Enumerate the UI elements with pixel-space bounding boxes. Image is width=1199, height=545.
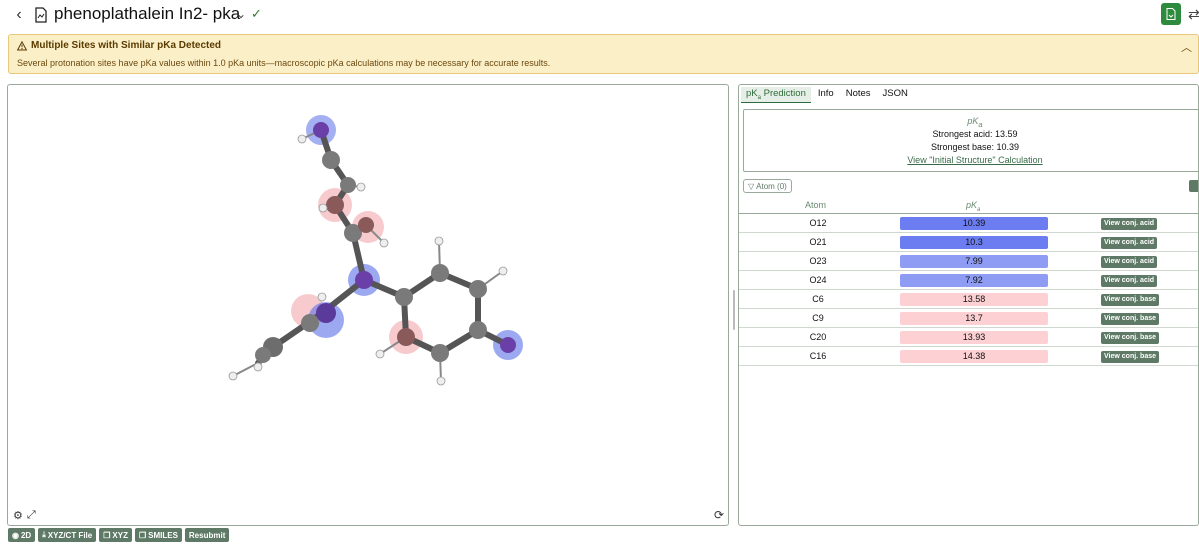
col-atom-header[interactable]: Atom (805, 200, 826, 210)
pka-value-cell: 10.3 (900, 236, 1048, 249)
chevron-left-icon: ‹ (16, 6, 22, 23)
refresh-icon[interactable]: ⟳ (714, 508, 724, 522)
table-row[interactable]: O21 10.3 View conj. acid (739, 233, 1198, 252)
copy-icon: ❐ (103, 530, 111, 540)
bottom-toolbar: ◉ 2D ⤓ XYZ/CT File ❐ XYZ ❐ SMILES Resubmit (8, 528, 230, 542)
tab-pka-prediction[interactable]: pKa Prediction (741, 87, 811, 103)
filter-icon: ▽ (748, 181, 755, 191)
header-bar: ‹ phenoplathalein In2- pka ⌄ ✓ ⇄ (0, 0, 1199, 30)
col-pka-header[interactable]: pKa (966, 200, 980, 213)
download-icon[interactable] (1189, 180, 1198, 192)
share-icon[interactable]: ⇄ (1188, 6, 1199, 23)
tab-pka-label: pK (746, 88, 758, 99)
table-row[interactable]: O23 7.99 View conj. acid (739, 252, 1198, 271)
view-conjugate-button[interactable]: View conj. acid (1101, 275, 1158, 287)
table-body: O12 10.39 View conj. acid O21 10.3 View conj.… (739, 214, 1198, 366)
check-icon: ✓ (251, 6, 262, 21)
pka-value-cell: 10.39 (900, 217, 1048, 230)
export-document-button[interactable] (1161, 3, 1181, 25)
view-conjugate-button[interactable]: View conj. base (1101, 313, 1160, 325)
pka-summary-card: pKa Strongest acid: 13.59 Strongest base… (743, 109, 1198, 172)
warning-banner: Multiple Sites with Similar pKa Detected… (8, 34, 1199, 74)
copy-xyz-button[interactable]: ❐ XYZ (99, 528, 132, 542)
atom-cell: O23 (809, 256, 827, 266)
pka-value-cell: 7.92 (900, 274, 1048, 287)
tab-bar: pKa Prediction Info Notes JSON (741, 87, 913, 103)
warning-message: Several protonation sites have pKa value… (17, 58, 551, 68)
table-header: Atom pKa (739, 196, 1198, 214)
view-conjugate-button[interactable]: View conj. base (1101, 351, 1160, 363)
pka-value-cell: 13.7 (900, 312, 1048, 325)
pka-value-cell: 7.99 (900, 255, 1048, 268)
tab-notes[interactable]: Notes (841, 87, 876, 103)
view-conjugate-button[interactable]: View conj. acid (1101, 218, 1158, 230)
copy-icon: ❐ (138, 530, 147, 540)
warning-title-row: Multiple Sites with Similar pKa Detected (17, 40, 221, 51)
results-panel: pKa Prediction Info Notes JSON pKa Stron… (738, 84, 1199, 526)
strongest-base: Strongest base: 10.39 (930, 142, 1020, 152)
collapse-icon[interactable]: ︿ (1181, 39, 1192, 55)
view-conjugate-button[interactable]: View conj. base (1101, 332, 1160, 344)
molecule-viewer[interactable]: ⚙ ⤢ ⟳ (7, 84, 729, 526)
atom-cell: O21 (809, 237, 827, 247)
pka-value-cell: 13.93 (900, 331, 1048, 344)
col-pka-text: pK (966, 200, 978, 210)
panel-resize-handle[interactable] (733, 290, 735, 330)
tab-info[interactable]: Info (813, 87, 839, 103)
molecule-3d-render[interactable] (8, 85, 730, 527)
view-conjugate-button[interactable]: View conj. base (1101, 294, 1160, 306)
expand-icon[interactable]: ⤢ (27, 509, 36, 522)
document-icon (1166, 8, 1176, 20)
atom-cell: O24 (809, 275, 827, 285)
pka-value-cell: 14.38 (900, 350, 1048, 363)
atom-cell: O12 (809, 218, 827, 228)
table-row[interactable]: O12 10.39 View conj. acid (739, 214, 1198, 233)
copy-smiles-button[interactable]: ❐ SMILES (134, 528, 182, 542)
tab-json[interactable]: JSON (878, 87, 913, 103)
warning-title: Multiple Sites with Similar pKa Detected (31, 40, 222, 51)
gear-icon[interactable]: ⚙ (13, 509, 23, 522)
table-row[interactable]: C20 13.93 View conj. base (739, 328, 1198, 347)
back-button[interactable]: ‹ (10, 6, 28, 24)
copy-smiles-label: SMILES (148, 530, 178, 540)
atom-filter-button[interactable]: ▽ Atom (0) (743, 179, 792, 193)
atom-filter-label: Atom (0) (756, 181, 787, 191)
summary-heading-text: pK (967, 116, 979, 126)
summary-heading-sub: a (978, 119, 983, 129)
eye-icon: ◉ (12, 530, 19, 540)
atom-cell: C6 (812, 294, 824, 304)
table-row[interactable]: C9 13.7 View conj. base (739, 309, 1198, 328)
viewer-controls: ⚙ ⤢ (13, 509, 36, 522)
resubmit-button[interactable]: Resubmit (184, 528, 230, 542)
chevron-down-icon[interactable]: ⌄ (236, 7, 246, 21)
document-icon (35, 7, 47, 23)
view-conjugate-button[interactable]: View conj. acid (1101, 256, 1158, 268)
atom-cell: C16 (809, 351, 827, 361)
view-2d-label: 2D (20, 530, 32, 540)
atom-cell: C20 (809, 332, 827, 342)
table-row[interactable]: C6 13.58 View conj. base (739, 290, 1198, 309)
view-2d-button[interactable]: ◉ 2D (8, 528, 36, 542)
table-row[interactable]: O24 7.92 View conj. acid (739, 271, 1198, 290)
view-conjugate-button[interactable]: View conj. acid (1101, 237, 1158, 249)
download-xyz-ct-label: XYZ/CT File (47, 530, 93, 540)
copy-xyz-label: XYZ (112, 530, 128, 540)
resubmit-label: Resubmit (188, 530, 226, 540)
tab-pka-suffix: Prediction (760, 88, 806, 99)
warning-triangle-icon (17, 40, 27, 50)
table-row[interactable]: C16 14.38 View conj. base (739, 347, 1198, 366)
pka-table: Atom pKa O12 10.39 View conj. acid O21 10.3 V… (739, 196, 1198, 366)
atom-cell: C9 (812, 313, 824, 323)
initial-structure-link[interactable]: View "Initial Structure" Calculation (744, 155, 1198, 165)
strongest-acid: Strongest acid: 13.59 (932, 129, 1018, 139)
summary-heading: pKa (744, 116, 1198, 129)
col-pka-sub: a (977, 206, 981, 213)
page-title[interactable]: phenoplathalein In2- pka (54, 4, 240, 24)
download-xyz-ct-button[interactable]: ⤓ XYZ/CT File (38, 528, 97, 542)
download-icon: ⤓ (42, 530, 46, 539)
pka-value-cell: 13.58 (900, 293, 1048, 306)
